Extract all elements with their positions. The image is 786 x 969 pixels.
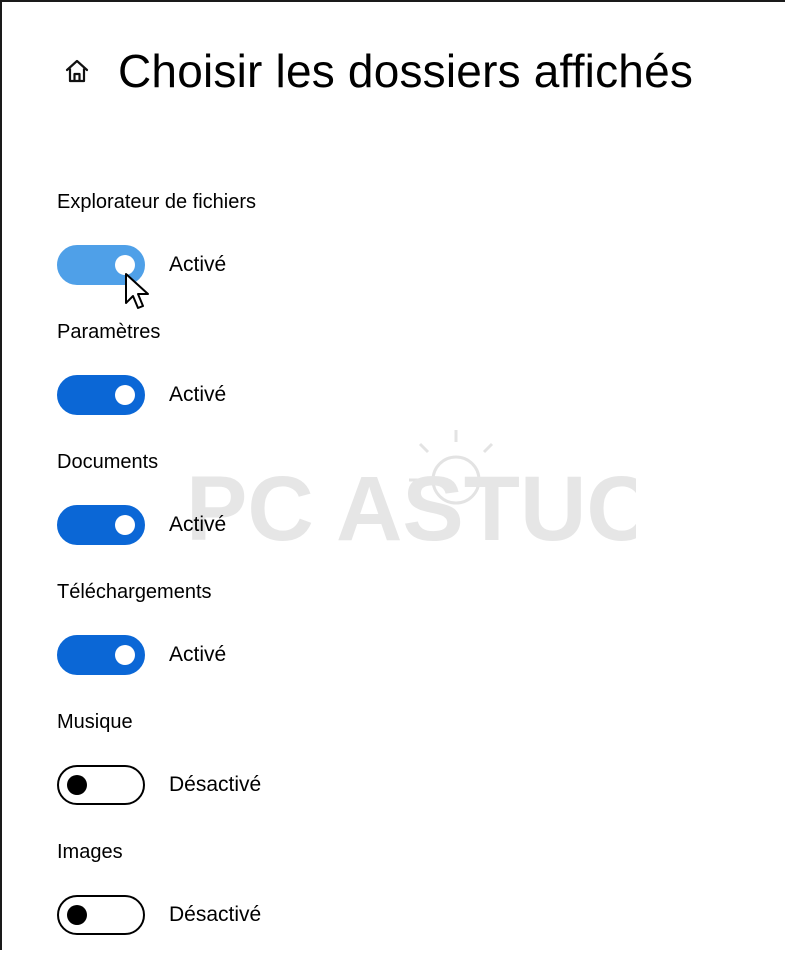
- setting-label: Téléchargements: [57, 581, 212, 603]
- toggle-state-text: Activé: [169, 383, 227, 406]
- setting-label: Images: [57, 841, 123, 863]
- setting-explorateur: Explorateur de fichiers Activé: [57, 189, 757, 319]
- toggle-state-text: Activé: [169, 253, 227, 276]
- toggle-switch[interactable]: [57, 765, 145, 805]
- home-icon[interactable]: [62, 56, 92, 86]
- toggle-switch[interactable]: [57, 635, 145, 675]
- toggle-knob: [67, 905, 87, 925]
- toggle-row: Désactivé: [57, 895, 261, 935]
- toggle-row: Activé: [57, 375, 226, 415]
- toggle-knob: [115, 645, 135, 665]
- setting-label: Paramètres: [57, 321, 161, 343]
- setting-parametres: Paramètres Activé: [57, 319, 757, 449]
- toggle-state-text: Activé: [169, 513, 227, 536]
- page-header: Choisir les dossiers affichés: [62, 48, 693, 94]
- toggle-row: Activé: [57, 245, 226, 285]
- toggle-state-text: Activé: [169, 643, 227, 666]
- toggle-switch[interactable]: [57, 245, 145, 285]
- toggle-state-text: Désactivé: [169, 773, 262, 796]
- setting-label: Explorateur de fichiers: [57, 191, 256, 213]
- setting-images: Images Désactivé: [57, 839, 757, 969]
- toggle-knob: [115, 385, 135, 405]
- setting-label: Musique: [57, 711, 133, 733]
- toggle-row: Activé: [57, 505, 226, 545]
- toggle-row: Désactivé: [57, 765, 261, 805]
- settings-list: Explorateur de fichiers Activé Paramètre…: [57, 189, 757, 969]
- page-title: Choisir les dossiers affichés: [118, 45, 694, 97]
- toggle-knob: [115, 515, 135, 535]
- toggle-knob: [115, 255, 135, 275]
- toggle-switch[interactable]: [57, 505, 145, 545]
- setting-label: Documents: [57, 451, 159, 473]
- toggle-switch[interactable]: [57, 375, 145, 415]
- toggle-row: Activé: [57, 635, 226, 675]
- toggle-switch[interactable]: [57, 895, 145, 935]
- setting-telechargements: Téléchargements Activé: [57, 579, 757, 709]
- toggle-knob: [67, 775, 87, 795]
- setting-documents: Documents Activé: [57, 449, 757, 579]
- setting-musique: Musique Désactivé: [57, 709, 757, 839]
- toggle-state-text: Désactivé: [169, 903, 262, 926]
